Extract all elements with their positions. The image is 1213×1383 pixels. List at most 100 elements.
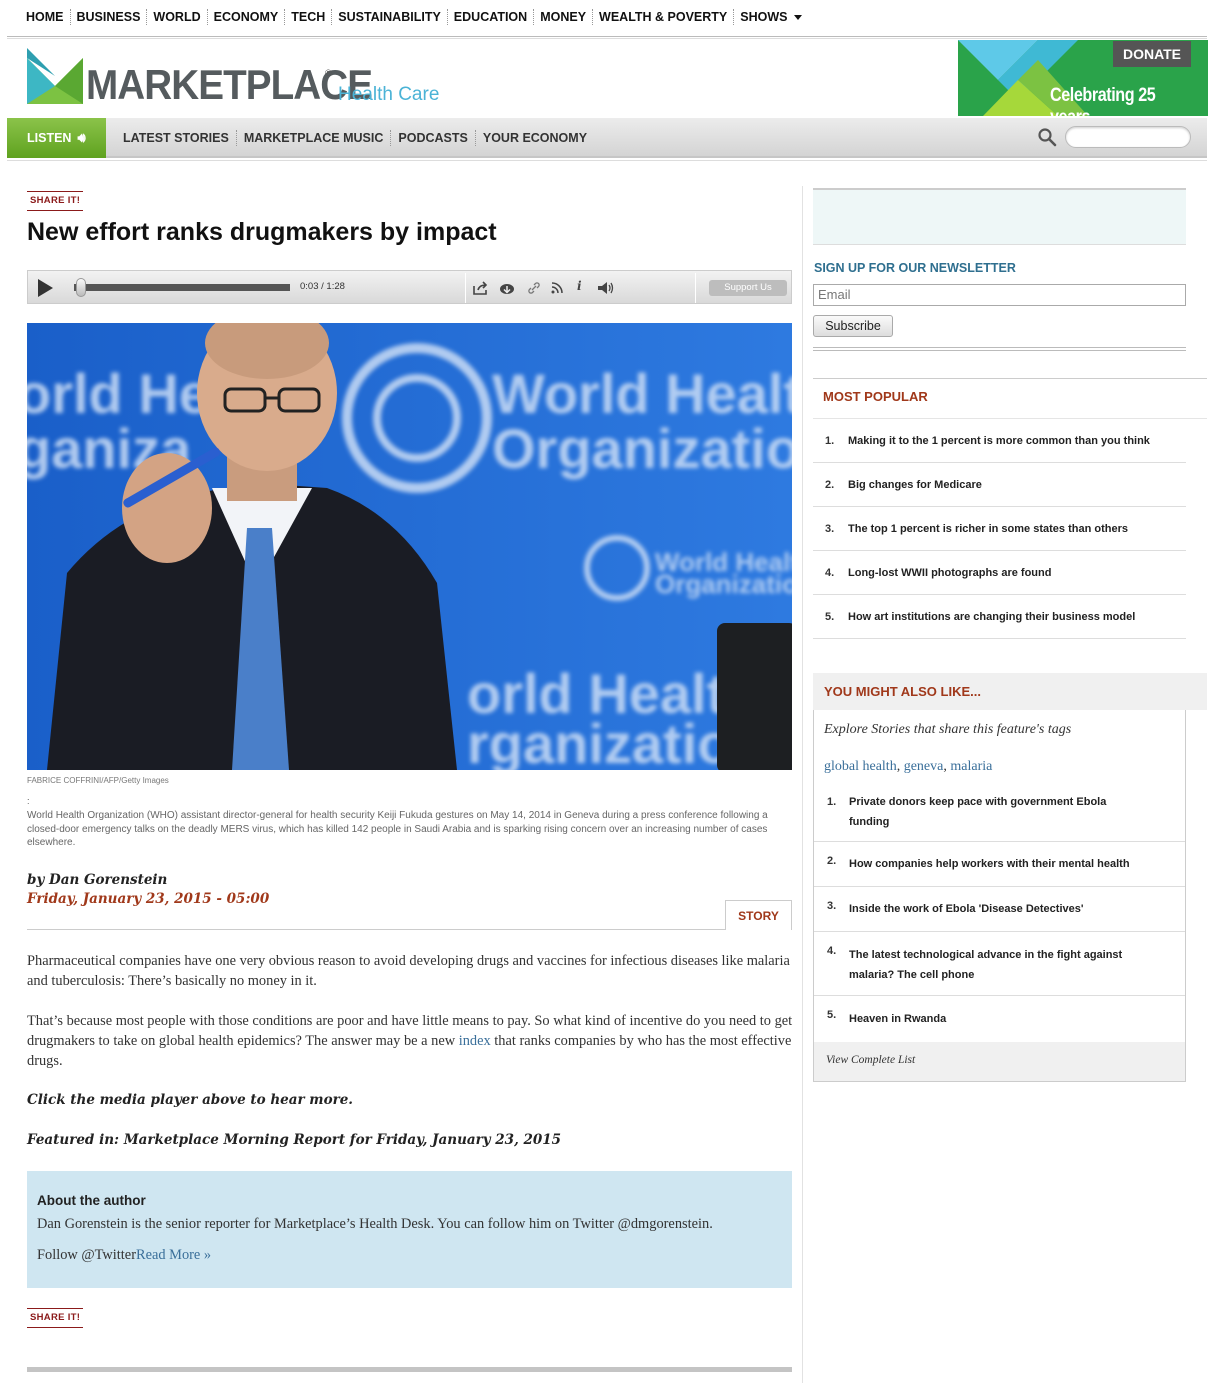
info-icon[interactable]: i <box>577 279 582 293</box>
donate-button[interactable]: DONATE <box>1113 41 1191 67</box>
tag-link[interactable]: global health <box>824 759 897 774</box>
about-author-text: Dan Gorenstein is the senior reporter fo… <box>37 1216 713 1232</box>
item-link[interactable]: How art institutions are changing their … <box>848 611 1135 623</box>
column-divider <box>802 186 803 1383</box>
email-field[interactable]: Email <box>813 284 1186 306</box>
svg-text:rganizatio: rganizatio <box>467 712 731 770</box>
explore-tags-text: Explore Stories that share this feature'… <box>824 722 1072 737</box>
section-nav: LATEST STORIES MARKETPLACE MUSIC PODCAST… <box>116 130 594 146</box>
article-photo: World Health Organization orld He ganiza… <box>27 323 792 770</box>
item-number: 4. <box>827 945 837 957</box>
tag-list: global health, geneva, malaria <box>824 759 992 775</box>
also-like-footer: View Complete List <box>814 1042 1185 1081</box>
link-icon[interactable] <box>527 281 541 295</box>
item-number: 5. <box>827 1009 837 1021</box>
top-nav-world[interactable]: WORLD <box>146 9 206 25</box>
top-nav-economy[interactable]: ECONOMY <box>206 9 285 25</box>
player-divider <box>465 273 466 303</box>
item-number: 1. <box>827 796 837 808</box>
most-popular-item[interactable]: 2. Big changes for Medicare <box>813 463 1186 507</box>
play-icon[interactable] <box>38 279 53 297</box>
article-paragraph: That’s because most people with those co… <box>27 1011 793 1071</box>
author-byline[interactable]: by Dan Gorenstein <box>27 872 167 888</box>
most-popular-item[interactable]: 4. Long-lost WWII photographs are found <box>813 551 1186 595</box>
also-like-item[interactable]: 4. The latest technological advance in t… <box>814 932 1185 996</box>
most-popular-item[interactable]: 3. The top 1 percent is richer in some s… <box>813 507 1186 551</box>
top-nav-home[interactable]: HOME <box>26 9 70 25</box>
item-link[interactable]: Making it to the 1 percent is more commo… <box>848 435 1150 447</box>
top-nav-wealth-poverty[interactable]: WEALTH & POVERTY <box>592 9 733 25</box>
item-number: 5. <box>825 611 835 623</box>
index-link[interactable]: index <box>459 1033 491 1049</box>
most-popular-item[interactable]: 5. How art institutions are changing the… <box>813 595 1186 639</box>
top-nav-shows-label: SHOWS <box>740 10 788 24</box>
search-icon[interactable] <box>1037 127 1057 147</box>
search-input[interactable] <box>1065 126 1191 148</box>
item-link[interactable]: Heaven in Rwanda <box>849 1009 1149 1029</box>
item-link[interactable]: How companies help workers with their me… <box>849 854 1189 874</box>
also-like-heading: YOU MIGHT ALSO LIKE... <box>824 684 981 699</box>
rss-icon[interactable] <box>551 282 563 294</box>
section-name[interactable]: Health Care <box>338 84 439 106</box>
svg-text:orld He: orld He <box>27 362 210 425</box>
media-player-note: Click the media player above to hear mor… <box>27 1092 353 1108</box>
article-title: New effort ranks drugmakers by impact <box>27 218 497 246</box>
support-us-button[interactable]: Support Us <box>709 280 787 296</box>
share-button[interactable]: SHARE IT! <box>27 191 84 211</box>
newsletter-heading: SIGN UP FOR OUR NEWSLETTER <box>814 261 1016 275</box>
tag-separator: , <box>896 759 904 774</box>
item-link[interactable]: The top 1 percent is richer in some stat… <box>848 523 1128 535</box>
share-icon[interactable] <box>473 281 489 295</box>
tag-link[interactable]: malaria <box>950 759 992 774</box>
tab-story[interactable]: STORY <box>725 900 792 930</box>
progress-track[interactable] <box>74 284 290 291</box>
sidebar-ad-slot <box>813 188 1186 245</box>
top-nav-sustainability[interactable]: SUSTAINABILITY <box>331 9 447 25</box>
also-like-item[interactable]: 3. Inside the work of Ebola 'Disease Det… <box>814 887 1185 932</box>
download-icon[interactable] <box>499 281 515 295</box>
item-link[interactable]: Private donors keep pace with government… <box>849 792 1149 832</box>
volume-icon[interactable] <box>597 281 615 295</box>
newsletter-divider <box>813 347 1186 351</box>
item-number: 1. <box>825 435 835 447</box>
top-nav: HOME BUSINESS WORLD ECONOMY TECH SUSTAIN… <box>26 8 808 26</box>
subscribe-button[interactable]: Subscribe <box>813 315 893 337</box>
item-number: 2. <box>825 479 835 491</box>
item-link[interactable]: Big changes for Medicare <box>848 479 982 491</box>
also-like-item[interactable]: 5. Heaven in Rwanda <box>814 996 1185 1042</box>
article-bottom-bar <box>27 1367 792 1372</box>
most-popular-item[interactable]: 1. Making it to the 1 percent is more co… <box>813 419 1186 463</box>
also-like-item[interactable]: 2. How companies help workers with their… <box>814 842 1185 887</box>
top-nav-shows[interactable]: SHOWS <box>733 9 807 25</box>
header-divider <box>7 160 1207 161</box>
share-button-bottom[interactable]: SHARE IT! <box>27 1308 84 1328</box>
top-nav-money[interactable]: MONEY <box>533 9 592 25</box>
also-like-item[interactable]: 1. Private donors keep pace with governm… <box>814 792 1185 842</box>
nav-latest-stories[interactable]: LATEST STORIES <box>116 130 236 146</box>
nav-your-economy[interactable]: YOUR ECONOMY <box>474 130 594 146</box>
most-popular-heading: MOST POPULAR <box>823 389 928 404</box>
featured-in-note[interactable]: Featured in: Marketplace Morning Report … <box>27 1132 561 1148</box>
listen-label: LISTEN <box>27 131 72 145</box>
top-nav-education[interactable]: EDUCATION <box>446 9 533 25</box>
item-link[interactable]: Inside the work of Ebola 'Disease Detect… <box>849 899 1149 919</box>
svg-text:Organization: Organization <box>655 569 792 599</box>
item-link[interactable]: The latest technological advance in the … <box>849 945 1149 985</box>
nav-marketplace-music[interactable]: MARKETPLACE MUSIC <box>235 130 391 146</box>
svg-text:World Health: World Health <box>492 362 792 425</box>
item-number: 3. <box>825 523 835 535</box>
tag-link[interactable]: geneva <box>904 759 944 774</box>
top-nav-business[interactable]: BUSINESS <box>69 9 147 25</box>
marketplace-logo-icon[interactable] <box>27 48 83 104</box>
nav-podcasts[interactable]: PODCASTS <box>390 130 474 146</box>
read-more-link[interactable]: Read More » <box>136 1247 211 1263</box>
progress-handle[interactable] <box>76 278 87 297</box>
top-divider <box>7 36 1207 39</box>
follow-twitter-text[interactable]: Follow @Twitter <box>37 1247 136 1263</box>
view-complete-list-link[interactable]: View Complete List <box>826 1054 915 1066</box>
item-link[interactable]: Long-lost WWII photographs are found <box>848 567 1051 579</box>
caption-marker: : <box>27 796 30 806</box>
item-number: 2. <box>827 855 837 867</box>
listen-button[interactable]: LISTEN 🔊︎ <box>7 118 106 158</box>
top-nav-tech[interactable]: TECH <box>284 9 331 25</box>
